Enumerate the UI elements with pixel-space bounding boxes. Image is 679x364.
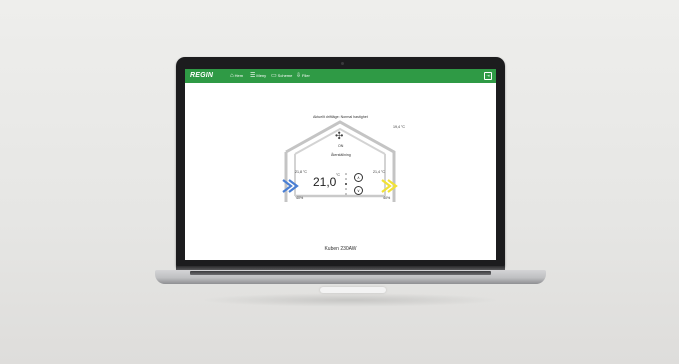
download-icon: ⇩ — [296, 73, 302, 79]
fan-mode: Återställning — [331, 153, 351, 157]
nav-menu[interactable]: ☰ Meny — [250, 72, 266, 80]
nav-files-label: Filer — [302, 73, 310, 78]
setpoint-unit: °C — [336, 173, 341, 177]
supply-temperature: 21,8 °C — [295, 170, 308, 174]
fan-state: ON — [338, 144, 344, 148]
home-icon: ⌂ — [230, 73, 234, 79]
house-diagram — [282, 120, 398, 202]
setpoint-up-button[interactable]: ∧ — [354, 173, 363, 182]
setpoint-value: 21,0 — [313, 175, 337, 189]
regin-logo[interactable]: REGIN — [190, 71, 213, 81]
level-dot — [345, 173, 347, 175]
outdoor-temperature: 19,4 °C — [393, 125, 406, 129]
nav-home-label: Hem — [234, 73, 244, 78]
laptop-keyboard — [190, 271, 491, 275]
laptop-shadow — [200, 293, 500, 307]
nav-files[interactable]: ⇩ Filer — [296, 72, 310, 80]
nav-menu-label: Meny — [256, 73, 267, 78]
nav-scheme[interactable]: ▭ Scheme — [271, 72, 292, 80]
supply-humidity: 40% — [296, 196, 304, 200]
level-dot — [345, 188, 347, 190]
level-dot — [345, 178, 347, 180]
setpoint-down-button[interactable]: ∨ — [354, 186, 363, 195]
exhaust-temperature: 21,4 °C — [373, 170, 386, 174]
nav-scheme-label: Scheme — [277, 73, 293, 78]
level-dot — [345, 193, 347, 195]
exhaust-humidity: 40% — [383, 196, 391, 200]
laptop-screen: REGIN ⌂ Hem ☰ Meny ▭ Scheme ⇩ Filer ⇥ Ak… — [185, 69, 496, 260]
menu-icon: ☰ — [250, 73, 256, 79]
nav-home[interactable]: ⌂ Hem — [230, 72, 243, 80]
top-bar: REGIN ⌂ Hem ☰ Meny ▭ Scheme ⇩ Filer ⇥ — [185, 69, 496, 83]
calendar-icon: ▭ — [271, 73, 277, 79]
fan-icon[interactable]: ✣ — [335, 131, 343, 142]
laptop-opening-notch — [320, 287, 386, 293]
camera — [341, 62, 344, 65]
device-model: Kuben 230AW — [324, 246, 357, 252]
logout-icon[interactable]: ⇥ — [484, 72, 492, 80]
level-dot-active — [344, 182, 347, 185]
operating-mode-status: Aktuellt driftläge: Normal hastighet — [313, 115, 368, 119]
